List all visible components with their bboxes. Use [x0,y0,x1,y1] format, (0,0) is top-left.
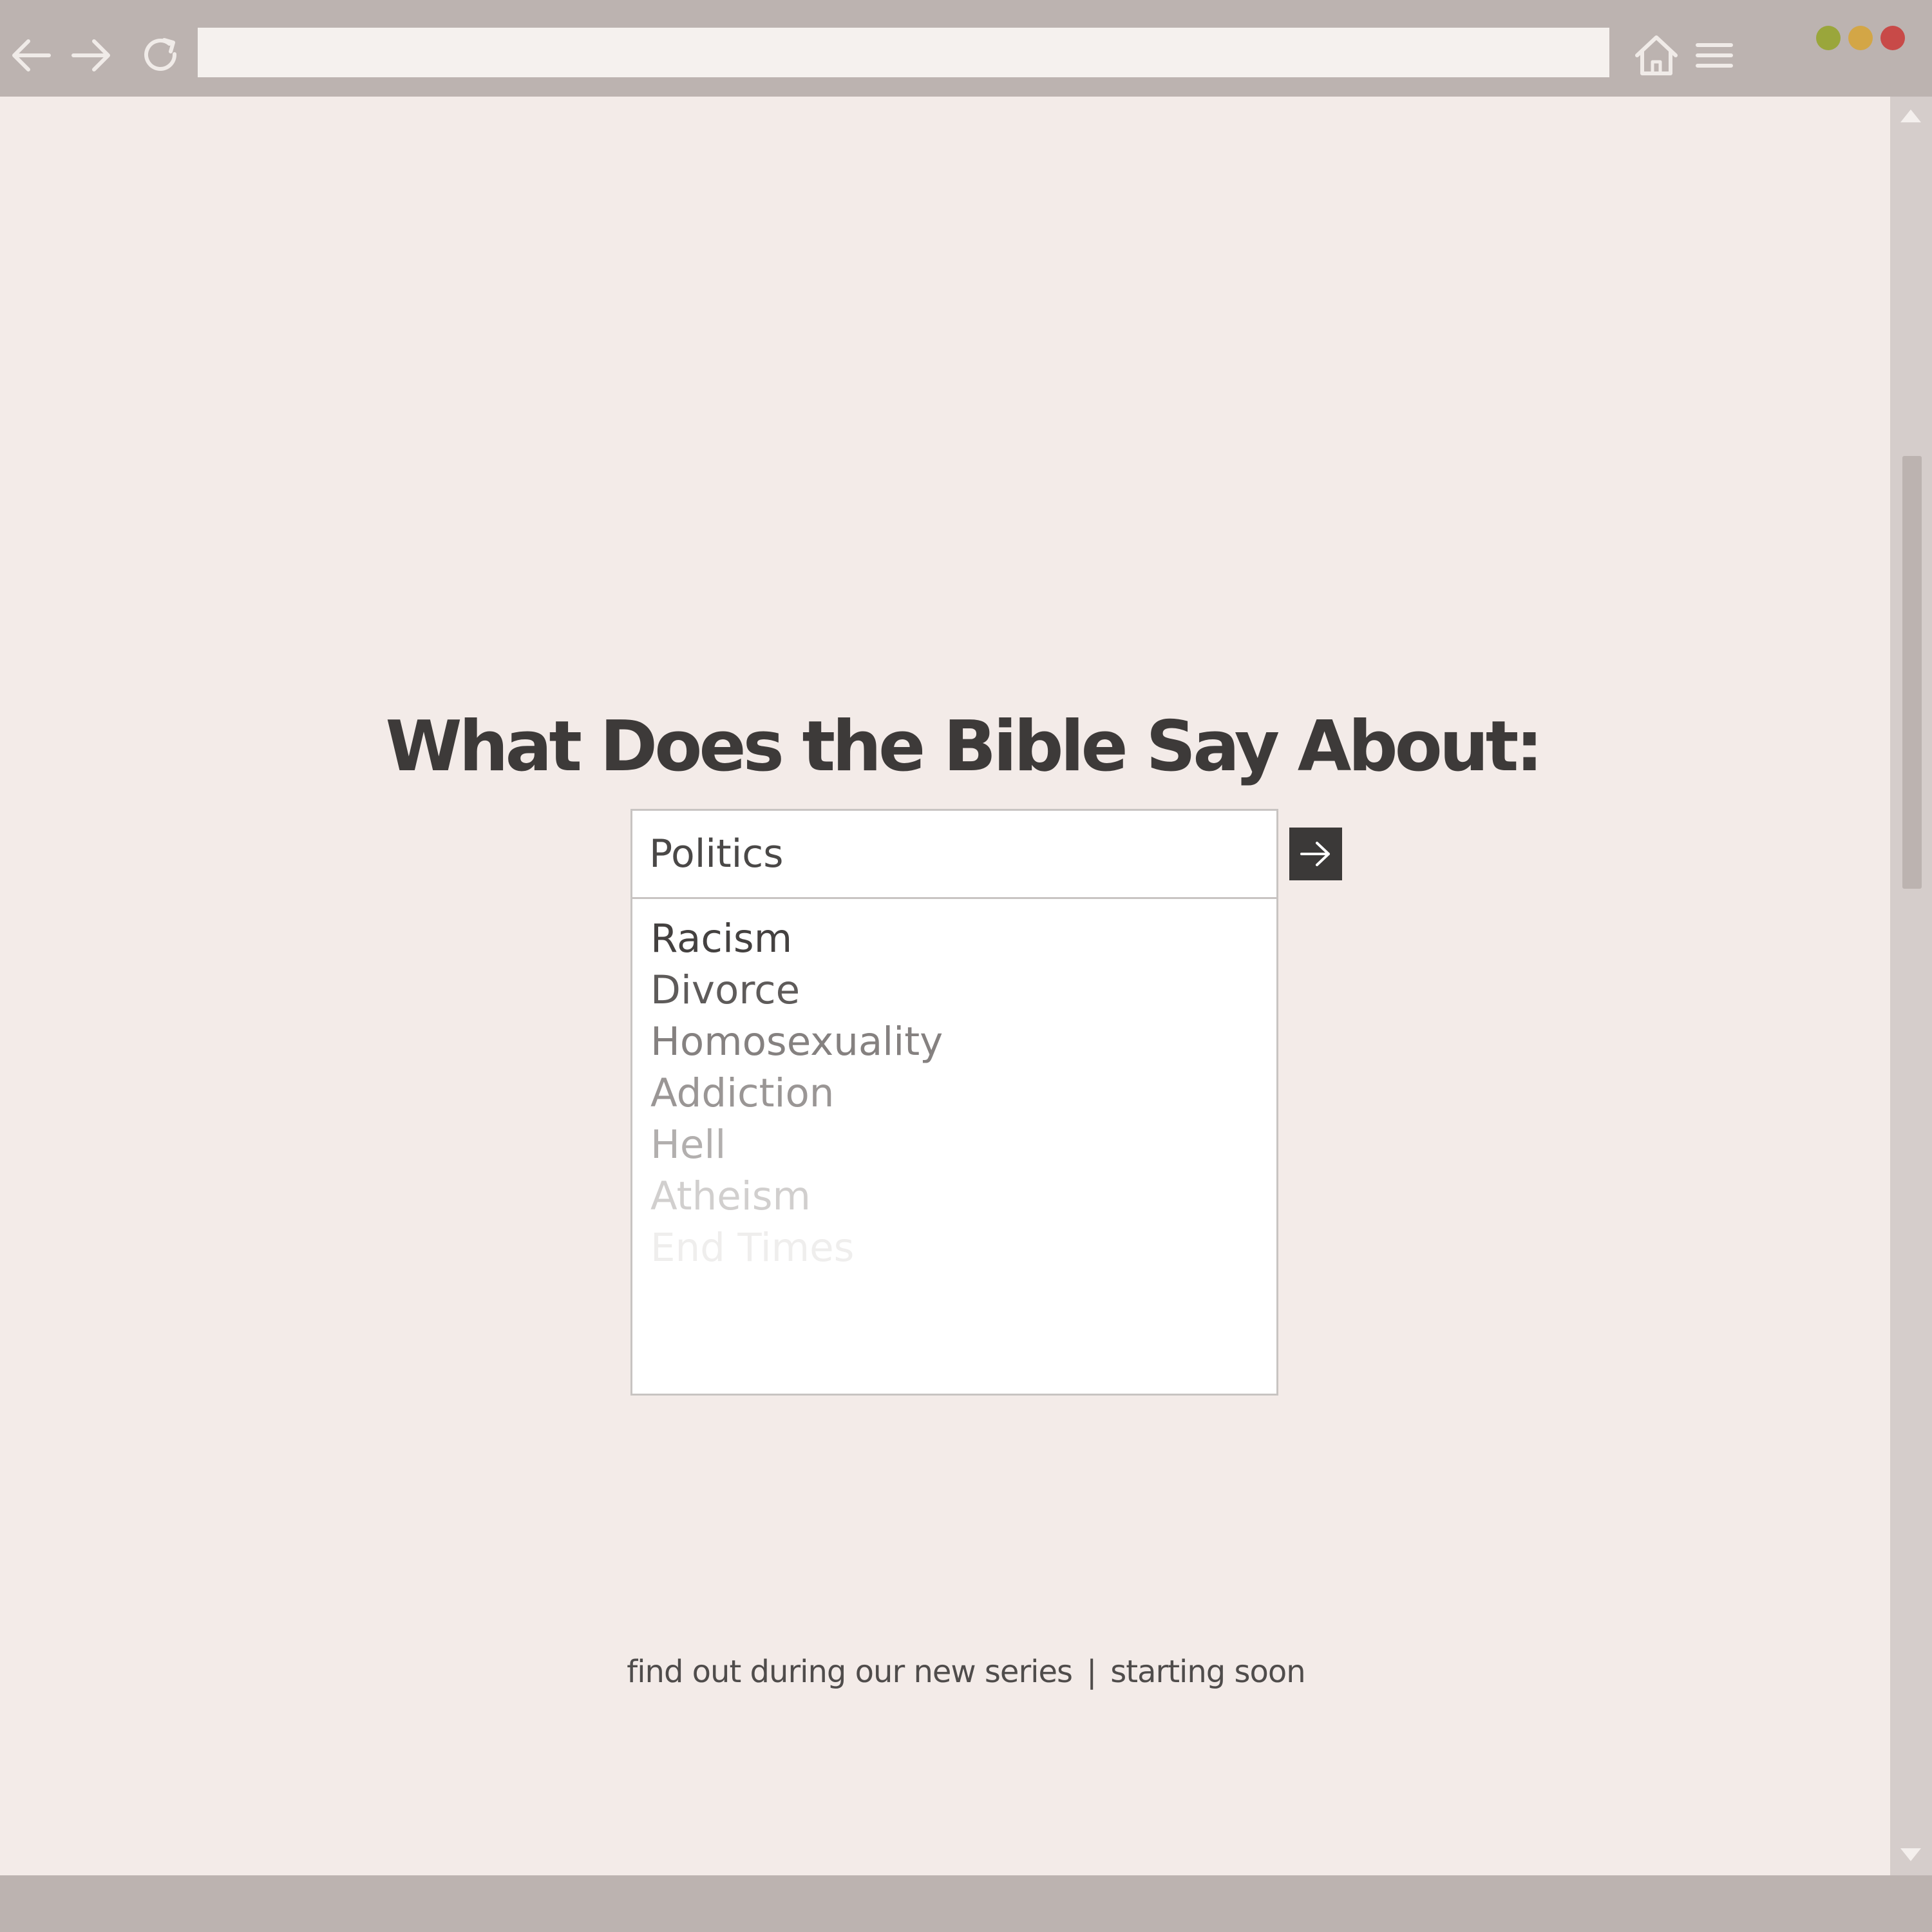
page-headline: What Does the Bible Say About: [385,706,1543,787]
page-content: What Does the Bible Say About: RacismDiv… [0,97,1890,1875]
browser-toolbar [0,0,1932,97]
window-maximize-button[interactable] [1848,26,1873,50]
scroll-down-arrow-icon[interactable] [1900,1848,1921,1861]
suggestion-item[interactable]: Racism [650,913,1276,965]
tagline-separator: | [1086,1654,1097,1690]
tagline: find out during our new series | starting … [0,1654,1932,1690]
back-arrow-icon [12,39,51,71]
scroll-up-arrow-icon[interactable] [1900,109,1921,122]
tagline-starting-text: starting soon [1110,1654,1305,1690]
tagline-series-text: find out during our new series [627,1654,1073,1690]
suggestion-item[interactable]: Addiction [650,1068,1276,1119]
window-minimize-button[interactable] [1816,26,1841,50]
suggestion-item[interactable]: Hell [650,1119,1276,1171]
suggestion-item[interactable]: End Times [650,1222,1276,1274]
forward-button[interactable] [61,24,122,86]
suggestion-item[interactable]: Atheism [650,1171,1276,1222]
search-submit-button[interactable] [1289,828,1342,880]
browser-window: What Does the Bible Say About: RacismDiv… [0,0,1932,1932]
menu-button[interactable] [1683,24,1745,86]
reload-button[interactable] [131,24,193,86]
forward-arrow-icon [71,39,110,71]
address-bar[interactable] [198,28,1609,77]
suggestion-list: Racism Divorce Homosexuality Addiction Hell A… [630,897,1278,1396]
vertical-scrollbar[interactable] [1890,97,1932,1875]
suggestion-item[interactable]: Divorce [650,965,1276,1016]
hamburger-menu-icon [1696,43,1733,68]
scroll-thumb[interactable] [1902,456,1922,889]
home-icon [1635,35,1678,75]
reload-icon [144,38,177,71]
bottom-status-bar [0,1875,1932,1932]
back-button[interactable] [0,24,62,86]
suggestion-item[interactable]: Homosexuality [650,1016,1276,1068]
home-button[interactable] [1625,24,1687,86]
window-close-button[interactable] [1880,26,1905,50]
right-arrow-icon [1300,842,1330,866]
topic-search-input[interactable] [630,809,1278,899]
